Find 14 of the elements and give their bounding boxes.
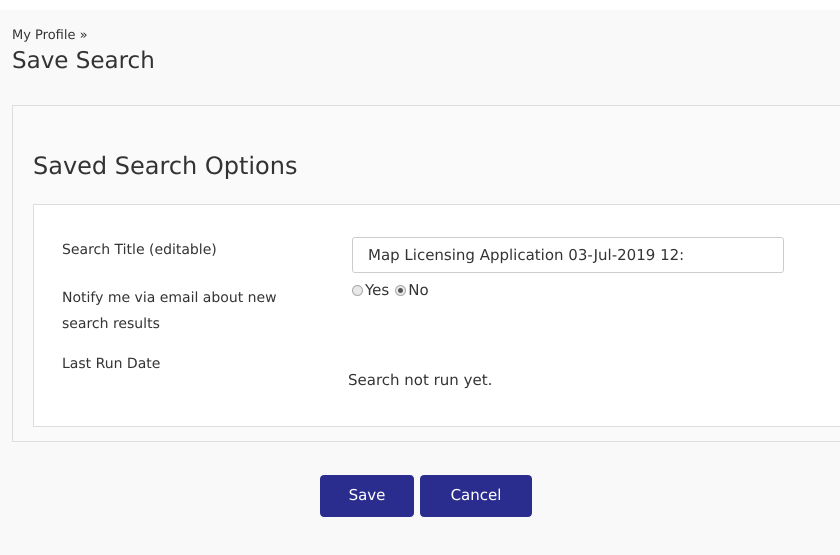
radio-button[interactable] bbox=[352, 284, 363, 296]
radio-label[interactable]: No bbox=[408, 279, 429, 302]
search-title-field[interactable]: Map Licensing Application 03-Jul-2019 12: bbox=[352, 237, 784, 273]
page-title: Save Search bbox=[12, 47, 155, 76]
radio-label[interactable]: Yes bbox=[365, 279, 390, 302]
last-run-value: Search not run yet. bbox=[348, 370, 492, 391]
field-label: Last Run Date bbox=[62, 356, 160, 372]
breadcrumb-link[interactable]: My Profile » bbox=[12, 27, 88, 45]
radio-button[interactable] bbox=[395, 284, 406, 296]
field-label: Search Title (editable) bbox=[62, 242, 217, 258]
field-label: Notify me via email about new search results bbox=[62, 290, 277, 332]
save-button[interactable]: Save bbox=[320, 474, 414, 516]
section-heading: Saved Search Options bbox=[33, 151, 298, 182]
cancel-button[interactable]: Cancel bbox=[420, 474, 532, 516]
